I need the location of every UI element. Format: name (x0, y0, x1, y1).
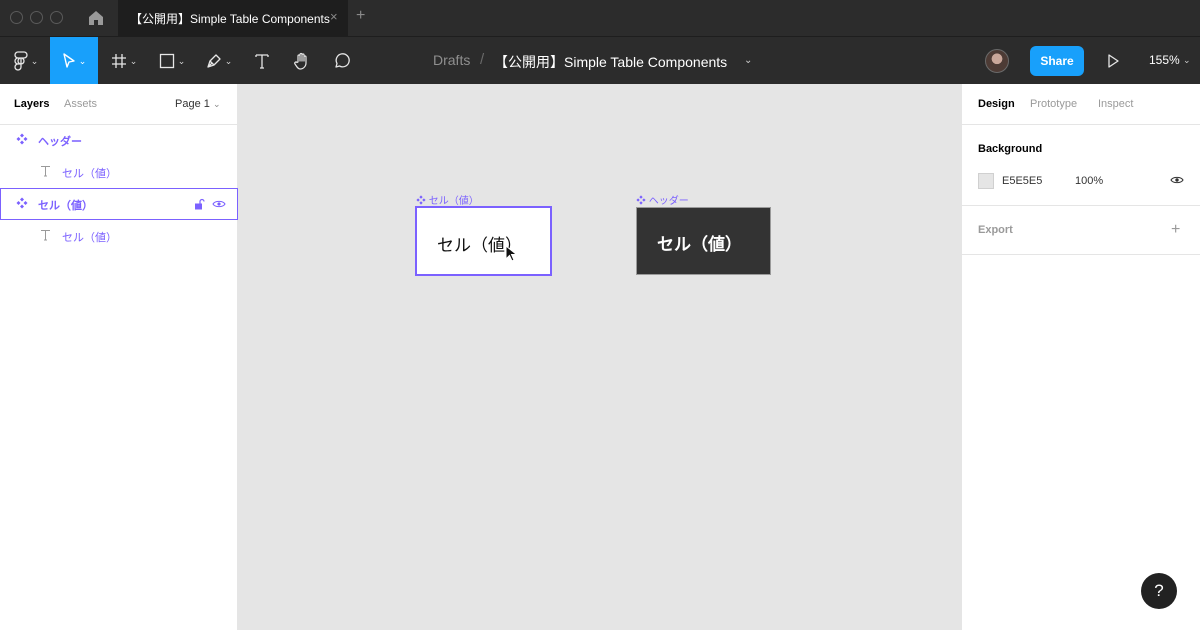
component-icon (16, 133, 28, 145)
layers-panel: Layers Assets Page 1 ⌄ ヘッダー セル（値） セル（値） … (0, 84, 238, 630)
present-play-icon[interactable] (1106, 53, 1120, 69)
background-color-swatch[interactable] (978, 173, 994, 189)
new-tab-icon[interactable]: + (356, 7, 365, 25)
header-frame-label[interactable]: ヘッダー (636, 192, 689, 207)
eye-icon[interactable] (212, 199, 226, 209)
rectangle-icon (159, 53, 174, 69)
zoom-chevron-down-icon[interactable]: ⌄ (1183, 55, 1191, 66)
text-tool-button[interactable] (246, 37, 278, 85)
move-tool-button[interactable]: ⌄ (50, 37, 98, 85)
close-window-button[interactable] (10, 11, 23, 24)
title-bar: 【公開用】Simple Table Components × + (0, 0, 1200, 36)
frame-tool-button[interactable]: ⌄ (104, 37, 144, 85)
text-layer-icon (41, 166, 50, 177)
minimize-window-button[interactable] (30, 11, 43, 24)
comment-tool-button[interactable] (326, 37, 358, 85)
toolbar: ⌄ ⌄ ⌄ ⌄ ⌄ Drafts / 【公開用】Simple Table Com… (0, 36, 1200, 85)
unlock-icon[interactable] (194, 198, 205, 210)
cursor-arrow-icon (63, 53, 75, 68)
file-tab[interactable]: 【公開用】Simple Table Components × (118, 0, 348, 36)
zoom-window-button[interactable] (50, 11, 63, 24)
hand-icon (294, 52, 307, 70)
divider (962, 124, 1200, 125)
canvas[interactable]: セル（値） セル（値） ヘッダー セル（値） (238, 84, 961, 630)
chevron-down-icon: ⌄ (212, 99, 221, 109)
tab-inspect[interactable]: Inspect (1098, 98, 1133, 110)
layer-item-cell-text[interactable]: セル（値） (0, 220, 238, 252)
background-section-title: Background (978, 143, 1043, 155)
divider (962, 205, 1200, 206)
tab-close-icon[interactable]: × (330, 9, 338, 24)
main-menu-button[interactable]: ⌄ (6, 37, 46, 85)
text-icon (255, 54, 269, 69)
home-icon[interactable] (86, 8, 106, 28)
pen-tool-button[interactable]: ⌄ (198, 37, 240, 85)
tab-assets[interactable]: Assets (64, 98, 97, 110)
component-icon (416, 195, 426, 205)
tab-layers[interactable]: Layers (14, 98, 49, 110)
header-component[interactable]: セル（値） (636, 207, 771, 275)
breadcrumb-separator: / (480, 51, 485, 68)
shape-tool-button[interactable]: ⌄ (152, 37, 192, 85)
chevron-down-icon[interactable]: ⌄ (744, 55, 752, 66)
file-name[interactable]: 【公開用】Simple Table Components (494, 52, 727, 72)
cell-value-component[interactable]: セル（値） (415, 206, 552, 276)
eye-icon[interactable] (1170, 175, 1184, 185)
hand-tool-button[interactable] (286, 37, 318, 85)
frame-hash-icon (111, 54, 126, 68)
layer-item-cell[interactable]: セル（値） (0, 188, 238, 220)
figma-logo-icon (14, 51, 28, 71)
layer-item-header[interactable]: ヘッダー (0, 124, 238, 156)
comment-bubble-icon (335, 53, 350, 68)
share-button[interactable]: Share (1030, 46, 1084, 76)
component-icon (636, 195, 646, 205)
component-icon (16, 197, 28, 209)
export-section-title: Export (978, 224, 1013, 236)
mouse-cursor-icon (505, 245, 518, 262)
tab-design[interactable]: Design (978, 98, 1015, 110)
avatar[interactable] (985, 49, 1009, 73)
breadcrumb-drafts[interactable]: Drafts (433, 52, 470, 68)
add-export-plus-icon[interactable]: + (1171, 221, 1180, 239)
header-cell-text[interactable]: セル（値） (657, 230, 742, 255)
page-selector[interactable]: Page 1 ⌄ (175, 98, 220, 110)
tab-prototype[interactable]: Prototype (1030, 98, 1077, 110)
text-layer-icon (41, 230, 50, 241)
help-button[interactable]: ? (1141, 573, 1177, 609)
background-hex-value[interactable]: E5E5E5 (1002, 175, 1042, 187)
file-tab-title: 【公開用】Simple Table Components (130, 12, 330, 26)
design-panel: Design Prototype Inspect Background E5E5… (961, 84, 1200, 630)
layer-item-label: セル（値） (62, 168, 117, 180)
zoom-level[interactable]: 155% (1149, 53, 1180, 67)
layer-item-label: セル（値） (62, 232, 117, 244)
page-selector-label: Page 1 (175, 98, 210, 110)
layer-item-header-text[interactable]: セル（値） (0, 156, 238, 188)
pen-icon (207, 54, 221, 68)
header-frame-name: ヘッダー (648, 196, 689, 207)
cell-frame-label[interactable]: セル（値） (416, 192, 479, 207)
background-opacity-value[interactable]: 100% (1075, 175, 1103, 187)
divider (962, 254, 1200, 255)
layer-item-label: ヘッダー (38, 136, 82, 148)
layer-item-label: セル（値） (38, 200, 93, 212)
